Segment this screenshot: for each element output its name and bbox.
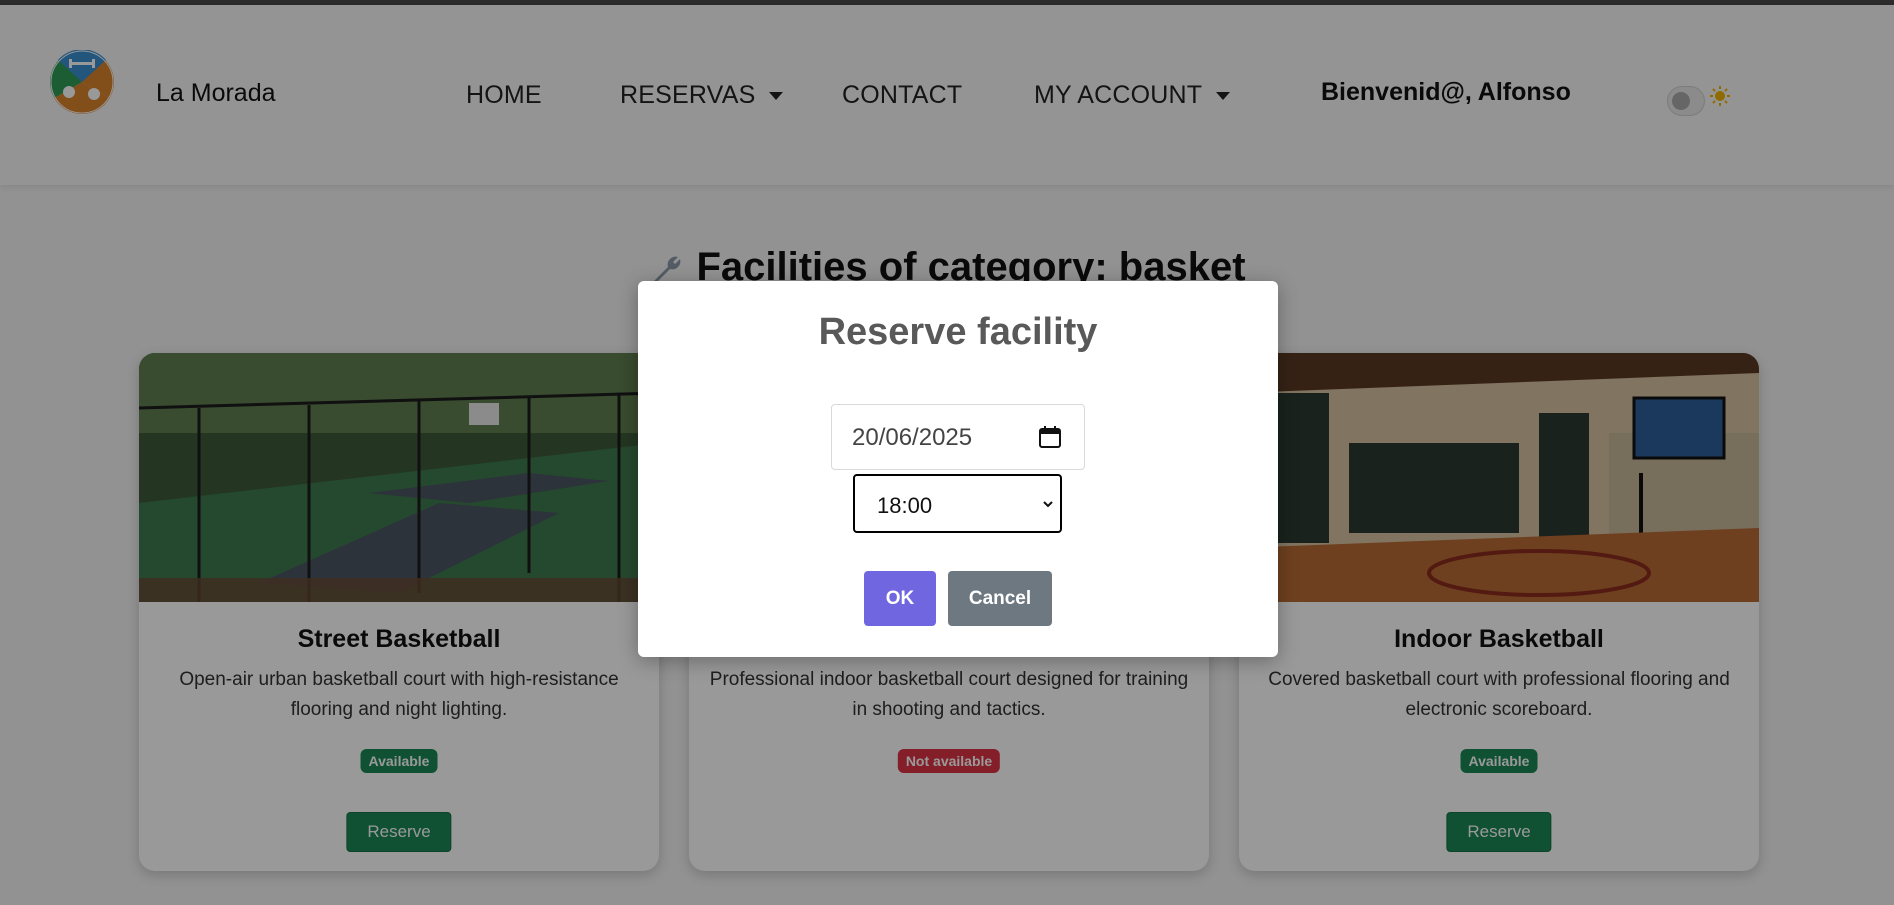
chevron-down-icon [1043, 501, 1053, 508]
time-select[interactable]: 18:00 [853, 474, 1062, 533]
date-input[interactable]: 20/06/2025 [831, 404, 1085, 470]
reserve-dialog: Reserve facility 20/06/2025 18:00 OK Can… [638, 281, 1278, 657]
ok-button[interactable]: OK [864, 571, 936, 626]
cancel-button[interactable]: Cancel [948, 571, 1052, 626]
time-value: 18:00 [877, 493, 933, 518]
dialog-title: Reserve facility [818, 311, 1098, 353]
date-value: 20/06/2025 [852, 424, 973, 451]
calendar-icon[interactable] [1038, 425, 1062, 449]
